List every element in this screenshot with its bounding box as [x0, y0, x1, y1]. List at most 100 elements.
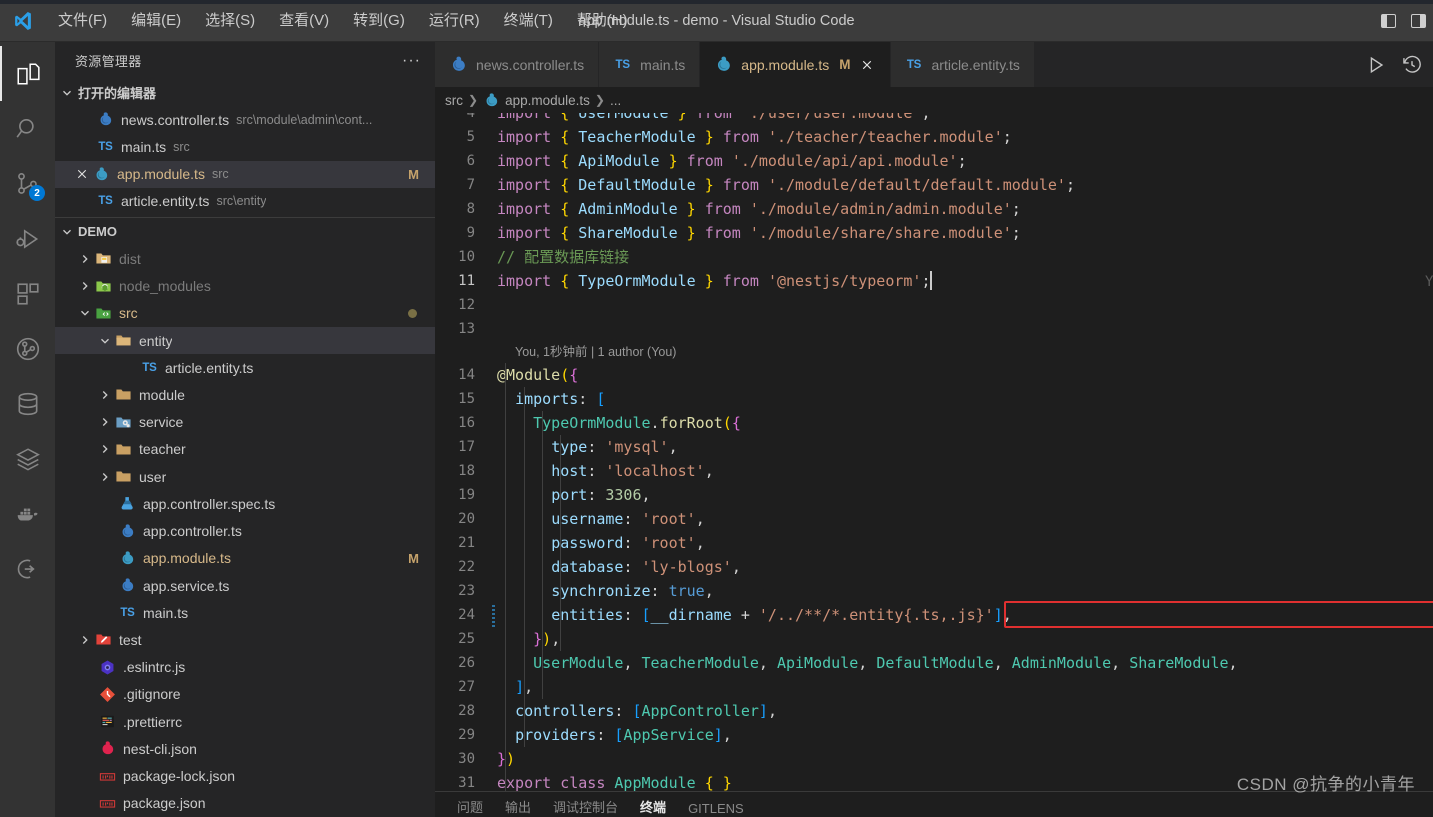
tab-close-icon[interactable] — [859, 59, 876, 71]
code-line[interactable]: 19 port: 3306, — [435, 483, 1433, 507]
code-line[interactable]: 24 entities: [__dirname + '/../**/*.enti… — [435, 603, 1433, 627]
editor-vertical-scrollbar[interactable] — [1419, 113, 1433, 791]
open-editor-article-entity[interactable]: TS article.entity.ts src\entity — [55, 188, 435, 215]
menu-view[interactable]: 查看(V) — [269, 7, 339, 35]
tree-item-app-controller[interactable]: app.controller.ts — [55, 517, 435, 544]
menu-file[interactable]: 文件(F) — [48, 7, 117, 35]
tree-item-test[interactable]: test — [55, 626, 435, 653]
activitybar-database[interactable] — [0, 376, 55, 431]
breadcrumb-src[interactable]: src — [445, 93, 463, 108]
toggle-primary-sidebar-icon[interactable] — [1373, 0, 1403, 42]
code-line[interactable]: 17 type: 'mysql', — [435, 435, 1433, 459]
open-editor-main[interactable]: TS main.ts src — [55, 133, 435, 160]
code-line[interactable]: 7import { DefaultModule } from './module… — [435, 173, 1433, 197]
panel-tab-gitlens[interactable]: GITLENS — [688, 801, 744, 817]
activity-bar[interactable]: 2 — [0, 42, 55, 817]
play-icon[interactable] — [1365, 54, 1387, 76]
activitybar-extensions[interactable] — [0, 266, 55, 321]
code-line[interactable]: 23 synchronize: true, — [435, 579, 1433, 603]
menu-edit[interactable]: 编辑(E) — [121, 7, 191, 35]
tree-item-main[interactable]: TS main.ts — [55, 599, 435, 626]
code-line[interactable]: 12 — [435, 293, 1433, 317]
code-line[interactable]: 6import { ApiModule } from './module/api… — [435, 149, 1433, 173]
tree-item-teacher[interactable]: teacher — [55, 436, 435, 463]
panel-tab-output[interactable]: 输出 — [505, 797, 531, 817]
code-line[interactable]: 11import { TypeOrmModule } from '@nestjs… — [435, 269, 1433, 293]
code-line[interactable]: 26 UserModule, TeacherModule, ApiModule,… — [435, 651, 1433, 675]
code-line[interactable]: 18 host: 'localhost', — [435, 459, 1433, 483]
panel-tab-debug-console[interactable]: 调试控制台 — [553, 797, 618, 817]
code-line[interactable]: 14@Module({ — [435, 363, 1433, 387]
close-editor-icon[interactable] — [73, 168, 91, 180]
code-line[interactable]: 25 }), — [435, 627, 1433, 651]
breadcrumb-app-module[interactable]: app.module.ts — [505, 93, 590, 108]
tree-item-article-entity[interactable]: TS article.entity.ts — [55, 354, 435, 381]
menu-go[interactable]: 转到(G) — [343, 7, 415, 35]
activitybar-source-control[interactable]: 2 — [0, 156, 55, 211]
breadcrumb[interactable]: src ❯ app.module.ts ❯ ... — [435, 87, 1433, 113]
editor-actions[interactable] — [1365, 42, 1433, 87]
tree-item-entity[interactable]: entity — [55, 327, 435, 354]
open-editor-news-controller[interactable]: news.controller.ts src\module\admin\cont… — [55, 106, 435, 133]
menu-bar[interactable]: 文件(F) 编辑(E) 选择(S) 查看(V) 转到(G) 运行(R) 终端(T… — [46, 0, 640, 42]
bottom-panel[interactable]: 问题 输出 调试控制台 终端 GITLENS — [435, 791, 1433, 817]
activitybar-layers[interactable] — [0, 431, 55, 486]
menu-run[interactable]: 运行(R) — [419, 7, 490, 35]
panel-tab-problems[interactable]: 问题 — [457, 797, 483, 817]
activitybar-search[interactable] — [0, 101, 55, 156]
code-line[interactable]: 29 providers: [AppService], — [435, 723, 1433, 747]
code-scroll-container[interactable]: 4import { UserModule } from './user/user… — [435, 113, 1433, 791]
code-editor[interactable]: 4import { UserModule } from './user/user… — [435, 113, 1433, 791]
tree-item-package[interactable]: package.json — [55, 790, 435, 817]
tree-item-app-service[interactable]: app.service.ts — [55, 572, 435, 599]
toggle-panel-icon[interactable] — [1403, 0, 1433, 42]
code-line[interactable]: 30}) — [435, 747, 1433, 771]
tree-item-module[interactable]: module — [55, 381, 435, 408]
code-line[interactable]: 5import { TeacherModule } from './teache… — [435, 125, 1433, 149]
tree-item-nest-cli[interactable]: nest-cli.json — [55, 735, 435, 762]
codelens-annotation[interactable]: You, 1秒钟前 | 1 author (You) — [435, 341, 1433, 363]
activitybar-gitlens[interactable] — [0, 321, 55, 376]
menu-terminal[interactable]: 终端(T) — [494, 7, 563, 35]
code-line[interactable]: 20 username: 'root', — [435, 507, 1433, 531]
menu-selection[interactable]: 选择(S) — [195, 7, 265, 35]
breadcrumb-symbols[interactable]: ... — [610, 93, 621, 108]
tab-article-entity[interactable]: TS article.entity.ts — [891, 42, 1035, 87]
tree-item-dist[interactable]: dist — [55, 245, 435, 272]
tree-item-app-controller-spec[interactable]: app.controller.spec.ts — [55, 490, 435, 517]
tree-item-gitignore[interactable]: .gitignore — [55, 681, 435, 708]
tab-news-controller[interactable]: news.controller.ts — [435, 42, 599, 87]
panel-tab-terminal[interactable]: 终端 — [640, 797, 666, 817]
tree-item-service[interactable]: service — [55, 409, 435, 436]
history-run-icon[interactable] — [1401, 54, 1423, 76]
window-layout-controls[interactable] — [1373, 0, 1433, 42]
tree-item-eslintrc[interactable]: .eslintrc.js — [55, 654, 435, 681]
code-line[interactable]: 28 controllers: [AppController], — [435, 699, 1433, 723]
code-line[interactable]: 13 — [435, 317, 1433, 341]
code-line[interactable]: 8import { AdminModule } from './module/a… — [435, 197, 1433, 221]
tree-item-package-lock[interactable]: package-lock.json — [55, 762, 435, 789]
activitybar-docker[interactable] — [0, 486, 55, 541]
code-line[interactable]: 31export class AppModule { } — [435, 771, 1433, 791]
sidebar-more-actions-icon[interactable]: ··· — [402, 56, 421, 66]
code-line[interactable]: 27 ], — [435, 675, 1433, 699]
open-editors-section-header[interactable]: 打开的编辑器 — [55, 79, 435, 106]
tab-main[interactable]: TS main.ts — [599, 42, 700, 87]
project-section-header[interactable]: DEMO — [55, 218, 435, 245]
activitybar-run-debug[interactable] — [0, 211, 55, 266]
open-editor-app-module[interactable]: app.module.ts src M — [55, 161, 435, 188]
code-line[interactable]: 4import { UserModule } from './user/user… — [435, 113, 1433, 125]
code-content[interactable]: 4import { UserModule } from './user/user… — [435, 113, 1433, 791]
tree-item-app-module[interactable]: app.module.ts M — [55, 545, 435, 572]
tree-item-node-modules[interactable]: node_modules — [55, 273, 435, 300]
code-line[interactable]: 16 TypeOrmModule.forRoot({ — [435, 411, 1433, 435]
menu-help[interactable]: 帮助(H) — [567, 7, 638, 35]
code-line[interactable]: 9import { ShareModule } from './module/s… — [435, 221, 1433, 245]
editor-tab-bar[interactable]: news.controller.ts TS main.ts app.module… — [435, 42, 1433, 87]
tree-item-user[interactable]: user — [55, 463, 435, 490]
code-line[interactable]: 22 database: 'ly-blogs', — [435, 555, 1433, 579]
activitybar-explorer[interactable] — [0, 46, 55, 101]
code-line[interactable]: 21 password: 'root', — [435, 531, 1433, 555]
tree-item-src[interactable]: src — [55, 300, 435, 327]
code-line[interactable]: 10// 配置数据库链接 — [435, 245, 1433, 269]
